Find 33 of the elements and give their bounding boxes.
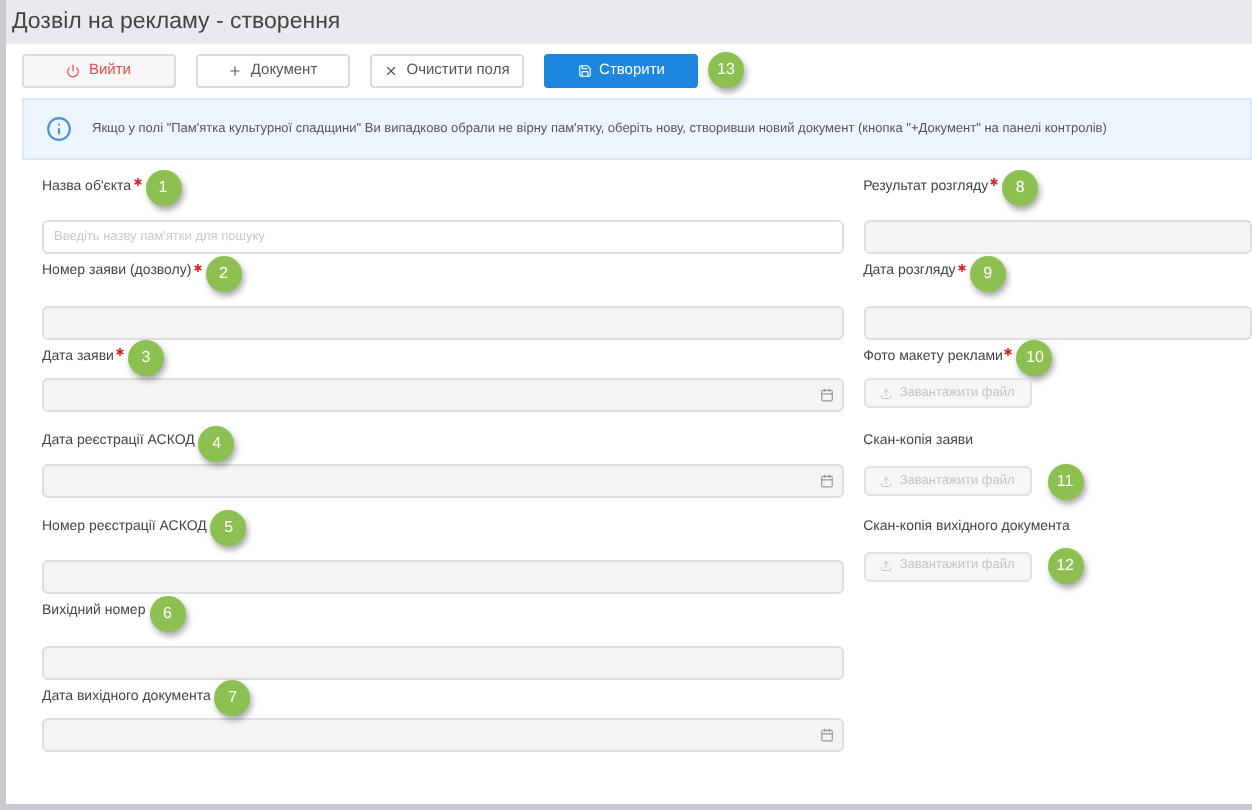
save-icon: [577, 63, 592, 77]
text-field[interactable]: [863, 220, 1252, 254]
text-field[interactable]: [863, 305, 1252, 339]
step-number-badge: 8: [1002, 170, 1039, 206]
upload-icon: [879, 387, 892, 399]
text-field[interactable]: [42, 560, 844, 594]
step-number-badge: 4: [198, 425, 235, 461]
text-field[interactable]: [42, 305, 844, 339]
calendar-icon: [819, 473, 834, 487]
plus-icon: [228, 63, 243, 77]
power-icon: [66, 63, 81, 77]
step-number-badge: 3: [127, 340, 164, 376]
date-field[interactable]: [42, 718, 844, 752]
step-number-badge: 10: [1016, 340, 1053, 376]
calendar-icon: [819, 728, 834, 742]
step-number-badge: 11: [1047, 463, 1084, 499]
step-number-badge: 2: [205, 255, 242, 291]
step-number-badge: 7: [214, 680, 251, 716]
window-title: Дозвіл на рекламу - створення: [12, 7, 341, 38]
calendar-icon: [819, 388, 834, 402]
step-number-badge: 5: [210, 510, 247, 546]
step-number-badge: 12: [1047, 548, 1084, 584]
upload-icon: [879, 475, 892, 487]
info-icon: [46, 116, 72, 142]
step-number-badge: 13: [708, 52, 744, 88]
date-field[interactable]: [42, 378, 844, 412]
upload-icon: [879, 560, 892, 572]
step-number-badge: 6: [149, 595, 186, 631]
date-field[interactable]: [42, 463, 844, 497]
step-number-badge: 1: [145, 170, 182, 206]
text-field[interactable]: [42, 645, 844, 679]
step-number-badge: 9: [969, 255, 1006, 291]
close-icon: [384, 63, 399, 77]
